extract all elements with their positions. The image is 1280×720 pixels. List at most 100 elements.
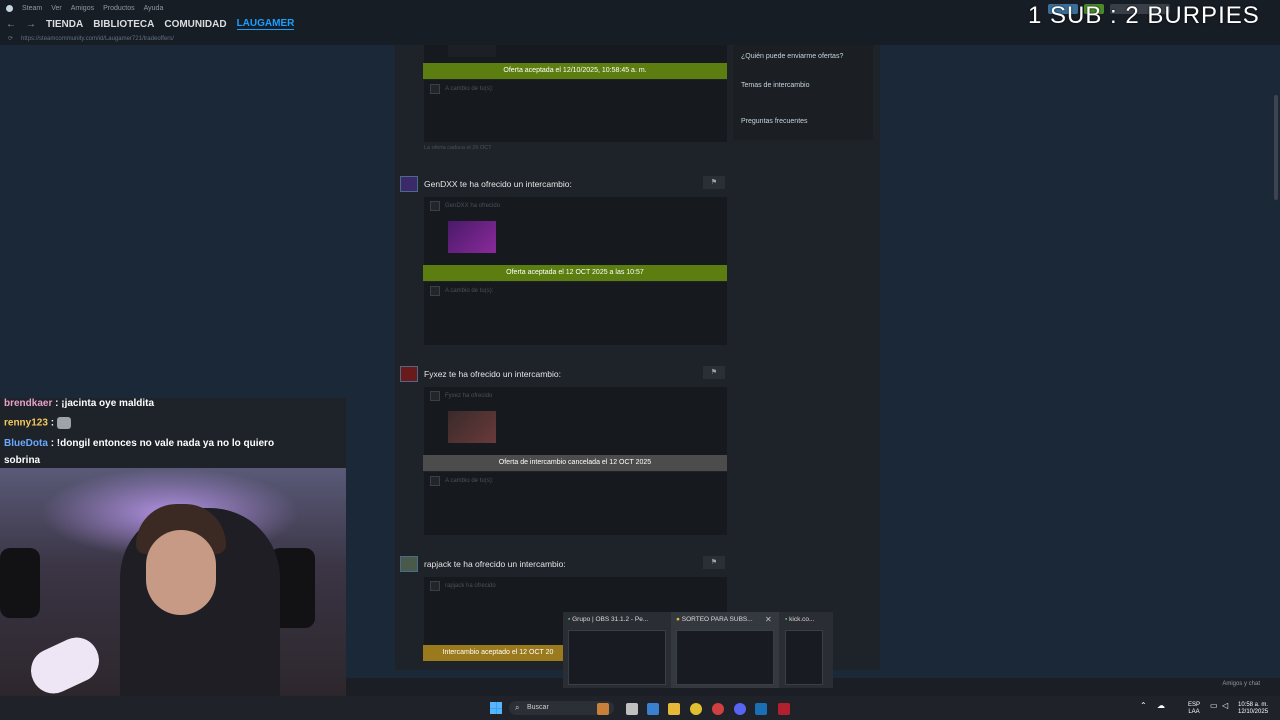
offer-expiry: La oferta caduca el 26 OCT [424,145,492,151]
refresh-icon[interactable]: ⟳ [8,35,13,42]
preview-image[interactable] [676,630,774,685]
avatar[interactable] [400,176,418,192]
offer-status: Oferta de intercambio cancelada el 12 OC… [423,455,727,471]
discord-icon[interactable] [734,703,746,715]
nav-tienda[interactable]: TIENDA [46,19,83,30]
offer-status: Oferta aceptada el 12/10/2025, 10:58:45 … [423,63,727,79]
item-thumbnail[interactable] [448,411,496,443]
webcam-feed [0,468,346,720]
clock[interactable]: 10:58 a. m. 12/10/2025 [1238,702,1268,716]
preview-image[interactable] [568,630,666,685]
search-icon: ⌕ [515,703,520,712]
your-items-box: A cambio de tu(s): [424,282,727,345]
your-items-label: A cambio de tu(s): [430,84,493,94]
your-items-label: A cambio de tu(s): [430,286,493,296]
offer-title: rapjack te ha ofrecido un intercambio: [424,559,566,569]
avatar[interactable] [400,556,418,572]
trade-sidebar: ¿Quién puede enviarme ofertas? Temas de … [733,45,873,140]
report-flag-icon[interactable]: ⚑ [703,176,725,189]
item-slot-icon [430,476,440,486]
windows-start-icon[interactable] [490,702,502,714]
item-slot-icon [430,286,440,296]
link-trade-topics[interactable]: Temas de intercambio [741,82,809,89]
obs-icon[interactable] [712,703,724,715]
preview-image[interactable] [785,630,823,685]
trade-offer: GenDXX te ha ofrecido un intercambio: ⚑ … [400,176,730,346]
menu-productos[interactable]: Productos [103,5,135,12]
offer-header: Fyxez te ha ofrecido un intercambio: ⚑ [400,366,730,382]
link-faq[interactable]: Preguntas frecuentes [741,118,808,125]
forward-arrow-icon[interactable]: → [26,19,36,30]
item-slot-icon [430,391,440,401]
url-bar: ⟳ https://steamcommunity.com/id/Laugamer… [0,32,1280,45]
item-thumbnail[interactable] [448,45,496,57]
avatar[interactable] [400,366,418,382]
offer-status: Oferta aceptada el 12 OCT 2025 a las 10:… [423,265,727,281]
menu-steam[interactable]: Steam [22,5,42,12]
chat-message: BlueDota : !dongil entonces no vale nada… [4,438,274,449]
report-flag-icon[interactable]: ⚑ [703,556,725,569]
chrome-icon: ● [676,616,680,623]
menu-ayuda[interactable]: Ayuda [144,5,164,12]
offer-title: Fyxez te ha ofrecido un intercambio: [424,369,562,379]
preview-title: ▪ Grupo | OBS 31.1.2 - Pe... [568,616,649,623]
your-items-box: A cambio de tu(s): [424,80,727,142]
menu-amigos[interactable]: Amigos [71,5,94,12]
task-view-icon[interactable] [626,703,638,715]
report-flag-icon[interactable]: ⚑ [703,366,725,379]
preview-kick[interactable]: ▪ kick.co... [781,612,833,688]
chat-text-continued: sobrina [4,455,41,466]
taskbar-app-icon[interactable] [597,703,609,715]
your-items-label: A cambio de tu(s): [430,476,493,486]
chat-message: brendkaer : ¡jacinta oye maldita [4,398,154,409]
offered-label: Fyxez ha ofrecido [430,391,492,401]
nav-laugamer[interactable]: LAUGAMER [236,18,295,30]
offered-items-box: GenDXX ha ofrecido [424,197,727,266]
taskbar-preview-popup: ▪ Grupo | OBS 31.1.2 - Pe... ● SORTEO PA… [563,612,833,688]
screen: Steam Ver Amigos Productos Ayuda ← → TIE… [0,0,1280,720]
trade-offer: Oferta aceptada el 12/10/2025, 10:58:45 … [400,45,730,155]
sub-banner: 1 SUB : 2 BURPIES [1028,2,1260,29]
chrome-icon[interactable] [690,703,702,715]
friends-chat-label[interactable]: Amigos y chat [1222,681,1260,687]
preview-sorteo[interactable]: ● SORTEO PARA SUBS... ✕ [671,612,779,688]
offered-label: rapjack ha ofrecido [430,581,496,591]
page-scrollbar[interactable] [1274,95,1278,200]
close-icon[interactable]: ✕ [765,615,772,624]
onedrive-icon[interactable]: ☁ [1157,702,1165,710]
preview-obs[interactable]: ▪ Grupo | OBS 31.1.2 - Pe... [563,612,669,688]
your-items-box: A cambio de tu(s): [424,472,727,535]
taskbar-app-icon[interactable] [778,703,790,715]
offered-items-box [424,45,727,63]
offered-label: GenDXX ha ofrecido [430,201,500,211]
preview-title: ● SORTEO PARA SUBS... [676,616,753,623]
item-thumbnail[interactable] [448,221,496,253]
nav-biblioteca[interactable]: BIBLIOTECA [93,19,154,30]
trade-offer: Fyxez te ha ofrecido un intercambio: ⚑ F… [400,366,730,536]
chat-message: renny123 : [4,417,71,429]
tray-chevron-icon[interactable]: ⌃ [1140,702,1147,710]
offer-title: GenDXX te ha ofrecido un intercambio: [424,179,572,189]
volume-icon[interactable]: ◁ [1222,702,1228,710]
back-arrow-icon[interactable]: ← [6,19,16,30]
chat-username: BlueDota [4,438,48,449]
link-who-can-send[interactable]: ¿Quién puede enviarme ofertas? [741,53,843,60]
nav-comunidad[interactable]: COMUNIDAD [164,19,226,30]
item-slot-icon [430,581,440,591]
network-icon[interactable]: ▭ [1210,702,1218,710]
chat-text: : !dongil entonces no vale nada ya no lo… [50,438,275,449]
stream-chat-overlay: brendkaer : ¡jacinta oye maldita renny12… [0,398,346,468]
steam-icon[interactable] [755,703,767,715]
file-explorer-icon[interactable] [668,703,680,715]
item-slot-icon [430,201,440,211]
microphone-icon [23,630,107,701]
chat-username: renny123 [4,417,48,429]
windows-taskbar [0,696,1280,720]
cat-figurine [0,548,40,618]
url-text[interactable]: https://steamcommunity.com/id/Laugamer72… [21,36,174,42]
offer-header: GenDXX te ha ofrecido un intercambio: ⚑ [400,176,730,192]
language-indicator[interactable]: ESP LAA [1188,702,1200,716]
menu-ver[interactable]: Ver [51,5,62,12]
offered-items-box: Fyxez ha ofrecido [424,387,727,456]
edge-icon[interactable] [647,703,659,715]
